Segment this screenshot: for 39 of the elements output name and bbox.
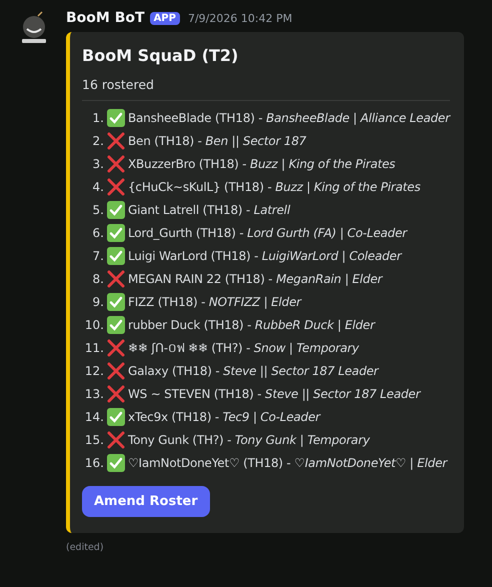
roster-entry: MEGAN RAIN 22 (TH18) - MeganRain | Elder (128, 272, 382, 286)
roster-entry: FIZZ (TH18) - NOTFIZZ | Elder (128, 295, 302, 309)
author-name[interactable]: BooM BoT (66, 10, 145, 26)
embed-title: BooM SquaD (T2) (82, 46, 240, 65)
list-number: 14. (84, 410, 104, 424)
roster-entry: Ben (TH18) - Ben || Sector 187 (128, 134, 306, 148)
app-badge: APP (150, 12, 180, 24)
roster-count: 16 rostered (82, 77, 450, 101)
list-number: 11. (84, 341, 104, 355)
roster-entry: Lord_Gurth (TH18) - Lord Gurth (FA) | Co-Leader (128, 226, 407, 240)
timestamp: 7/9/2026 10:42 PM (188, 12, 292, 24)
list-number: 6. (92, 226, 104, 240)
list-number: 8. (92, 272, 104, 286)
edited-label: (edited) (66, 542, 105, 553)
roster-entry: ❄❄ ʃՈ-០ฟ ❄❄ (TH?) - Snow | Temporary (128, 340, 359, 357)
roster-entry: XBuzzerBro (TH18) - Buzz | King of the Pirates (128, 157, 396, 171)
list-number: 4. (92, 180, 104, 194)
roster-entry: Tony Gunk (TH?) - Tony Gunk | Temporary (128, 433, 370, 447)
list-number: 2. (92, 134, 104, 148)
roster-entry: BansheeBlade (TH18) - BansheeBlade | Alliance Leader (128, 111, 450, 125)
list-number: 15. (84, 433, 104, 447)
list-number: 7. (92, 249, 104, 263)
roster-entry: {cHuCk~sKulL} (TH18) - Buzz | King of the Pirates (128, 180, 420, 194)
roster-entry: ♡IamNotDoneYet♡ (TH18) - ♡IamNotDoneYet♡ | Elder (128, 456, 447, 470)
list-number: 3. (92, 157, 104, 171)
roster-entry: Luigi WarLord (TH18) - LuigiWarLord | Coleader (128, 249, 402, 263)
list-number: 10. (84, 318, 104, 332)
roster-entry: xTec9x (TH18) - Tec9 | Co-Leader (128, 410, 320, 424)
list-number: 12. (84, 364, 104, 378)
list-number: 16. (84, 456, 104, 470)
list-number: 9. (92, 295, 104, 309)
roster-entry: Galaxy (TH18) - Steve || Sector 187 Leader (128, 364, 378, 378)
roster-entry: Giant Latrell (TH18) - Latrell (128, 203, 290, 217)
amend-roster-button[interactable]: Amend Roster (82, 486, 210, 517)
roster-entry: rubber Duck (TH18) - RubbeR Duck | Elder (128, 318, 375, 332)
list-number: 13. (84, 387, 104, 401)
list-number: 1. (92, 111, 104, 125)
list-number: 5. (92, 203, 104, 217)
roster-entry: WS ~ STEVEN (TH18) - Steve || Sector 187 Leader (128, 387, 420, 401)
